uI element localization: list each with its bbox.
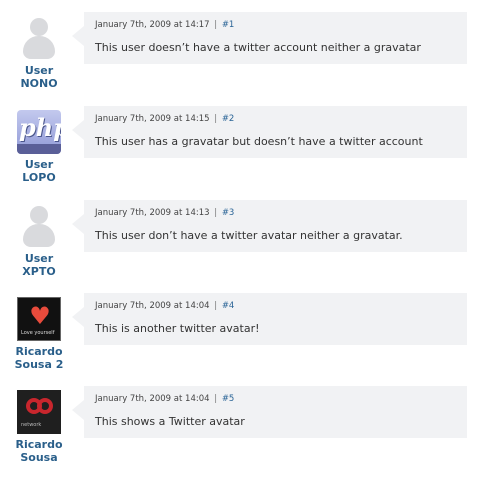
default-avatar-icon	[17, 16, 61, 60]
comment-permalink[interactable]: #4	[222, 301, 235, 311]
author-name[interactable]: Ricardo Sousa 2	[6, 345, 72, 371]
comment-permalink[interactable]: #3	[222, 208, 235, 218]
comment-text: This user has a gravatar but doesn’t hav…	[95, 135, 423, 148]
heart-icon: ♥	[29, 302, 51, 330]
author-name[interactable]: User NONO	[6, 64, 72, 90]
comment-bubble: January 7th, 2009 at 14:15 | #2 This use…	[72, 106, 467, 158]
comment-meta: January 7th, 2009 at 14:04 | #5	[95, 394, 234, 404]
author-name-line1: Ricardo	[15, 438, 63, 451]
comment-date: January 7th, 2009 at 14:13	[95, 208, 210, 218]
comments-list: User NONO January 7th, 2009 at 14:17 | #…	[0, 0, 488, 480]
love-yourself-avatar-icon: ♥ Love yourself	[17, 297, 61, 341]
comment-bubble: January 7th, 2009 at 14:13 | #3 This use…	[72, 200, 467, 252]
author-name[interactable]: User XPTO	[6, 252, 72, 278]
author-name-line1: User	[24, 158, 54, 171]
comment-text: This is another twitter avatar!	[95, 322, 260, 335]
meta-separator: |	[214, 394, 218, 404]
avatar-logo-text: php	[19, 113, 61, 142]
author-name-line1: Ricardo	[15, 345, 63, 358]
comment-date: January 7th, 2009 at 14:04	[95, 301, 210, 311]
author-name-line2: XPTO	[22, 265, 56, 278]
author-name-line1: User	[24, 64, 54, 77]
meta-separator: |	[214, 114, 218, 124]
comment-bubble: January 7th, 2009 at 14:17 | #1 This use…	[72, 12, 467, 64]
comment-item: User XPTO January 7th, 2009 at 14:13 | #…	[0, 200, 488, 278]
comment-date: January 7th, 2009 at 14:15	[95, 114, 210, 124]
comment-author: network Ricardo Sousa	[6, 390, 72, 464]
comment-bubble: January 7th, 2009 at 14:04 | #5 This sho…	[72, 386, 467, 438]
author-name[interactable]: Ricardo Sousa	[6, 438, 72, 464]
default-avatar-icon	[17, 204, 61, 248]
comment-author: User XPTO	[6, 204, 72, 278]
comment-author: User NONO	[6, 16, 72, 90]
meta-separator: |	[214, 301, 218, 311]
comment-meta: January 7th, 2009 at 14:13 | #3	[95, 208, 234, 218]
avatar-caption: Love yourself	[21, 330, 55, 336]
comment-permalink[interactable]: #5	[222, 394, 235, 404]
comment-date: January 7th, 2009 at 14:04	[95, 394, 210, 404]
comment-meta: January 7th, 2009 at 14:15 | #2	[95, 114, 234, 124]
comment-item: network Ricardo Sousa January 7th, 2009 …	[0, 386, 488, 464]
network-avatar-icon: network	[17, 390, 61, 434]
comment-meta: January 7th, 2009 at 14:17 | #1	[95, 20, 234, 30]
meta-separator: |	[214, 208, 218, 218]
comment-permalink[interactable]: #2	[222, 114, 235, 124]
author-name-line2: Sousa	[20, 451, 58, 464]
meta-separator: |	[214, 20, 218, 30]
author-name-line2: LOPO	[22, 171, 56, 184]
comment-permalink[interactable]: #1	[222, 20, 235, 30]
comment-author: ♥ Love yourself Ricardo Sousa 2	[6, 297, 72, 371]
author-name-line2: Sousa 2	[14, 358, 64, 371]
comment-item: User NONO January 7th, 2009 at 14:17 | #…	[0, 12, 488, 90]
comment-text: This shows a Twitter avatar	[95, 415, 245, 428]
comment-text: This user doesn’t have a twitter account…	[95, 41, 421, 54]
comment-item: php User LOPO January 7th, 2009 at 14:15…	[0, 106, 488, 184]
author-name-line2: NONO	[20, 77, 58, 90]
php-logo-avatar-icon: php	[17, 110, 61, 154]
comment-author: php User LOPO	[6, 110, 72, 184]
comment-text: This user don’t have a twitter avatar ne…	[95, 229, 403, 242]
author-name-line1: User	[24, 252, 54, 265]
comment-date: January 7th, 2009 at 14:17	[95, 20, 210, 30]
author-name[interactable]: User LOPO	[6, 158, 72, 184]
comment-item: ♥ Love yourself Ricardo Sousa 2 January …	[0, 293, 488, 371]
comment-meta: January 7th, 2009 at 14:04 | #4	[95, 301, 234, 311]
comment-bubble: January 7th, 2009 at 14:04 | #4 This is …	[72, 293, 467, 345]
avatar-caption: network	[21, 422, 42, 428]
